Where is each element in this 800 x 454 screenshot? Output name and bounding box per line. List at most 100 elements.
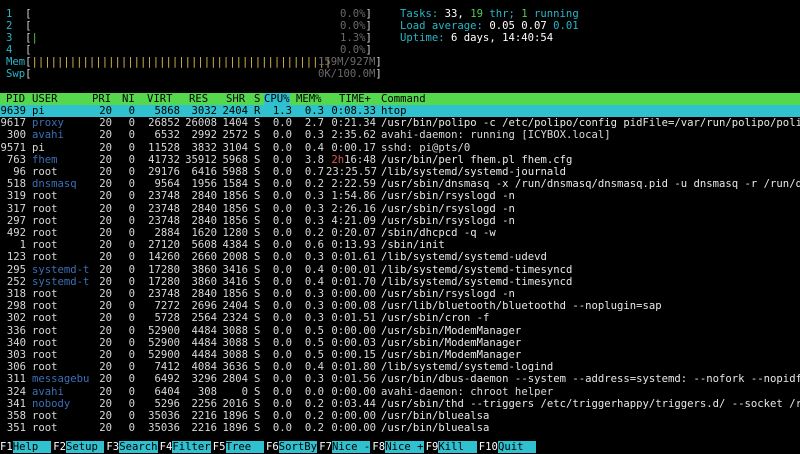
fkey-f5-key[interactable]: F5 bbox=[213, 441, 226, 453]
column-s[interactable]: S bbox=[254, 93, 260, 105]
process-res-cell: 3296 bbox=[191, 373, 217, 386]
process-shr-cell: 3416 bbox=[222, 263, 248, 276]
process-pid-cell: 300 bbox=[6, 129, 26, 142]
fkey-f6-key[interactable]: F6 bbox=[266, 441, 279, 453]
process-cpu-cell: 0.0 bbox=[272, 263, 292, 276]
process-mem-cell: 0.7 bbox=[304, 166, 324, 178]
process-command-cell: /usr/lib/bluetooth/bluetoothd --noplugin… bbox=[381, 300, 662, 313]
fkey-f4-label[interactable]: Filter bbox=[172, 441, 211, 454]
process-row[interactable]: 297 root 20 0 23748 2840 1856 S 0.0 0.3 4:21.09/us… bbox=[0, 215, 800, 227]
column-cpu[interactable]: CPU% bbox=[264, 93, 290, 106]
process-row[interactable]: 252 systemd-t 20 0 17280 3860 3416 S 0.0 0.4 0:01.… bbox=[0, 276, 800, 288]
fkey-f7-label[interactable]: Nice - bbox=[332, 441, 371, 454]
process-shr-cell: 3416 bbox=[222, 275, 248, 288]
fkey-f8-label[interactable]: Nice + bbox=[385, 441, 424, 454]
process-row[interactable]: 295 systemd-t 20 0 17280 3860 3416 S 0.0 0.4 0:00.… bbox=[0, 264, 800, 276]
process-user-cell: dnsmasq bbox=[32, 178, 77, 191]
process-cpu-cell: 0.0 bbox=[272, 410, 292, 422]
process-row[interactable]: 1 root 20 0 27120 5608 4384 S 0.0 0.6 0:13.93/sbin… bbox=[0, 239, 800, 251]
process-s-cell: S bbox=[254, 361, 261, 374]
process-pid-cell: 763 bbox=[6, 153, 26, 166]
process-mem-cell: 0.3 bbox=[304, 105, 324, 117]
process-time-cell: 0:01.51 bbox=[331, 312, 376, 325]
process-row[interactable]: 306 root 20 0 7412 4084 3636 S 0.0 0.4 0:01.80/lib… bbox=[0, 361, 800, 373]
process-mem-cell: 0.5 bbox=[304, 349, 324, 361]
fkey-f5-label[interactable]: Tree bbox=[225, 441, 264, 454]
fkey-f4-key[interactable]: F4 bbox=[160, 441, 173, 453]
process-mem-cell: 0.3 bbox=[304, 288, 324, 300]
column-shr[interactable]: SHR bbox=[226, 93, 245, 105]
process-pid-cell: 9571 bbox=[0, 141, 26, 154]
column-virt[interactable]: VIRT bbox=[147, 93, 173, 105]
process-ni-cell: 0 bbox=[128, 263, 135, 276]
process-row[interactable]: 492 root 20 0 2884 1620 1280 S 0.0 0.2 0:20.07/sbi… bbox=[0, 227, 800, 239]
function-key-bar: F1 Help F2 Setup F3 Search F4 Filter F5 Tree F6… bbox=[0, 441, 800, 454]
process-user-cell: root bbox=[32, 410, 58, 422]
column-pid[interactable]: PID bbox=[6, 93, 25, 105]
fkey-f10-label[interactable]: Quit bbox=[498, 441, 537, 454]
column-ni[interactable]: NI bbox=[122, 93, 135, 105]
column-command[interactable]: Command bbox=[381, 93, 426, 105]
fkey-f7-key[interactable]: F7 bbox=[319, 441, 332, 453]
process-ni-cell: 0 bbox=[128, 251, 135, 264]
process-s-cell: S bbox=[254, 251, 261, 264]
process-command-cell: /usr/sbin/thd --triggers /etc/triggerhap… bbox=[381, 397, 800, 410]
fkey-f6-label[interactable]: SortBy bbox=[278, 441, 318, 454]
process-row[interactable]: 311 messagebu 20 0 6492 3296 2804 S 0.0 0.3 0:01.5… bbox=[0, 373, 800, 385]
process-virt-cell: 26852 bbox=[148, 117, 180, 130]
fkey-f1-key[interactable]: F1 bbox=[0, 441, 13, 453]
column-pri[interactable]: PRI bbox=[92, 93, 111, 105]
process-ni-cell: 0 bbox=[128, 227, 135, 239]
process-time-cell: 23:25.57 bbox=[326, 166, 378, 178]
process-row[interactable]: 9639 pi 20 0 5868 3032 2404 R 1.3 0.3 0:08.33 htop bbox=[0, 105, 800, 117]
column-res[interactable]: RES bbox=[189, 93, 208, 105]
process-row[interactable]: 9571 pi 20 0 11528 3832 3104 S 0.0 0.4 0:00.17 sshd… bbox=[0, 142, 800, 154]
process-s-cell: S bbox=[254, 397, 261, 410]
process-virt-cell: 14260 bbox=[148, 251, 180, 264]
fkey-f2-label[interactable]: Setup bbox=[66, 441, 105, 454]
column-user[interactable]: USER bbox=[32, 93, 58, 105]
fkey-f3-label[interactable]: Search bbox=[119, 441, 158, 454]
process-time-cell: 0:21.34 bbox=[331, 117, 376, 130]
process-row[interactable]: 317 root 20 0 23748 2840 1856 S 0.0 0.3 2:26.16/us… bbox=[0, 203, 800, 215]
fkey-f10-key[interactable]: F10 bbox=[479, 441, 498, 453]
process-row[interactable]: 336 root 20 0 52900 4484 3088 S 0.0 0.5 0:00.00/us… bbox=[0, 325, 800, 337]
process-ni-cell: 0 bbox=[128, 336, 135, 349]
process-user-cell: pi bbox=[32, 141, 45, 154]
process-virt-cell: 7272 bbox=[154, 300, 180, 313]
process-shr-cell: 2324 bbox=[222, 312, 248, 325]
process-row[interactable]: 351 root 20 0 35036 2216 1896 S 0.0 0.2 0:00.00/us… bbox=[0, 422, 800, 434]
process-row[interactable]: 324 avahi 20 0 6404 308 0 S 0.0 0.0 0:00.00 avahi-d… bbox=[0, 386, 800, 398]
process-row[interactable]: 298 root 20 0 7272 2696 2404 S 0.0 0.3 0:00.08/usr… bbox=[0, 300, 800, 312]
process-user-cell: root bbox=[32, 190, 58, 203]
fkey-f2-key[interactable]: F2 bbox=[53, 441, 66, 453]
column-time[interactable]: TIME+ bbox=[339, 93, 371, 105]
process-pid-cell: 252 bbox=[6, 275, 26, 288]
process-row[interactable]: 300 avahi 20 0 6532 2992 2572 S 0.0 0.3 2:35.62 ava… bbox=[0, 129, 800, 141]
process-row[interactable]: 303 root 20 0 52900 4484 3088 S 0.0 0.5 0:00.15/us… bbox=[0, 349, 800, 361]
process-row[interactable]: 319 root 20 0 23748 2840 1856 S 0.0 0.3 1:54.86/us… bbox=[0, 190, 800, 202]
process-row[interactable]: 96 root 20 0 29176 6416 5988 S 0.0 0.7 23:25.57/li… bbox=[0, 166, 800, 178]
process-mem-cell: 2.7 bbox=[304, 117, 324, 130]
fkey-f1-label[interactable]: Help bbox=[12, 441, 52, 454]
fkey-f3-key[interactable]: F3 bbox=[106, 441, 119, 453]
column-mem[interactable]: MEM% bbox=[296, 93, 322, 105]
process-row[interactable]: 358 root 20 0 35036 2216 1896 S 0.0 0.2 0:00.00/us… bbox=[0, 410, 800, 422]
process-res-cell: 2840 bbox=[191, 190, 217, 203]
process-mem-cell: 0.2 bbox=[304, 397, 324, 410]
process-row[interactable]: 302 root 20 0 5728 2564 2324 S 0.0 0.3 0:01.51/usr… bbox=[0, 312, 800, 324]
fkey-f8-key[interactable]: F8 bbox=[372, 441, 385, 453]
process-user-cell: root bbox=[32, 166, 58, 178]
process-row[interactable]: 518 dnsmasq 20 0 9564 1956 1584 S 0.0 0.2 2:22.59 /… bbox=[0, 178, 800, 190]
process-row[interactable]: 763 fhem 20 0 41732 35912 5968 S 0.0 3.8 2h16:48/u… bbox=[0, 154, 800, 166]
process-row[interactable]: 9617 proxy 20 0 26852 26008 1404 S 0.0 2.7 0:21.34… bbox=[0, 117, 800, 129]
process-s-cell: S bbox=[254, 190, 261, 203]
process-row[interactable]: 123 root 20 0 14260 2660 2008 S 0.0 0.3 0:01.61/li… bbox=[0, 251, 800, 263]
process-row[interactable]: 318 root 20 0 23748 2840 1856 S 0.0 0.3 0:00.00/us… bbox=[0, 288, 800, 300]
process-virt-cell: 17280 bbox=[148, 263, 180, 276]
process-row[interactable]: 341 nobody 20 0 5296 2256 2016 S 0.0 0.2 0:03.44/u… bbox=[0, 398, 800, 410]
process-row[interactable]: 340 root 20 0 52900 4484 3088 S 0.0 0.5 0:00.03/us… bbox=[0, 337, 800, 349]
fkey-f9-key[interactable]: F9 bbox=[426, 441, 439, 453]
fkey-f9-label[interactable]: Kill bbox=[438, 441, 477, 454]
process-s-cell: S bbox=[254, 263, 261, 276]
